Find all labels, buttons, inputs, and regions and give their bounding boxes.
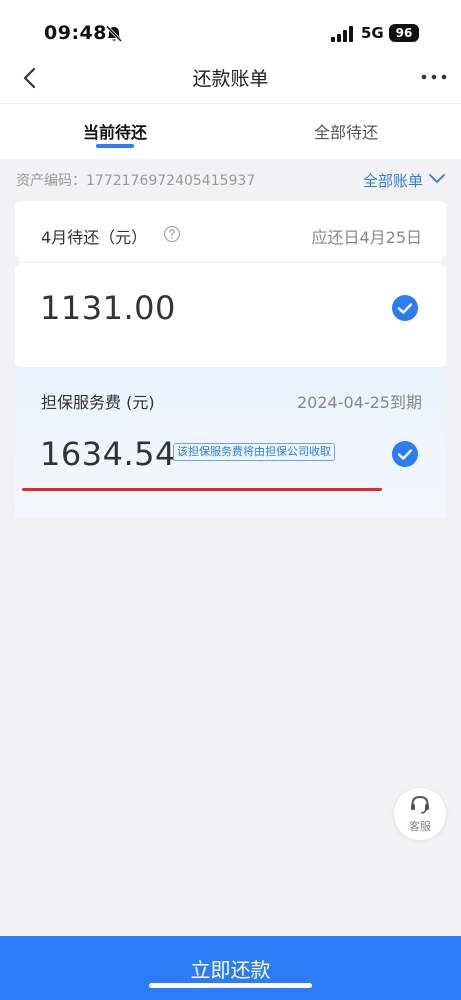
nav-divider — [0, 103, 461, 104]
page-title: 还款账单 — [192, 68, 269, 90]
card-notch-right — [441, 255, 451, 267]
check-icon[interactable] — [392, 441, 418, 467]
help-icon[interactable] — [163, 225, 181, 243]
header-area: 09:48 5G 96 还款账单 当前待还 全部待还 — [0, 0, 461, 159]
more-icon[interactable] — [418, 66, 450, 88]
red-annotation-underline — [22, 488, 382, 491]
guarantee-fee-due-date: 2024-04-25到期 — [297, 393, 422, 412]
card-notch-left — [10, 255, 20, 267]
home-indicator — [149, 983, 312, 988]
signal-icon — [331, 26, 353, 42]
tab-all-due[interactable]: 全部待还 — [266, 119, 426, 143]
status-time: 09:48 — [44, 22, 107, 44]
guarantee-fee-title: 担保服务费 (元) — [41, 393, 155, 412]
pay-now-button[interactable]: 立即还款 — [0, 936, 461, 1000]
network-type: 5G — [361, 24, 384, 42]
pay-now-label: 立即还款 — [190, 958, 271, 982]
guarantee-fee-amount: 1634.54 — [40, 435, 176, 473]
asset-code-label: 资产编码： — [16, 173, 86, 189]
battery-badge: 96 — [389, 24, 419, 42]
customer-service-label: 客服 — [409, 820, 431, 833]
card-separator — [15, 261, 446, 263]
check-icon[interactable] — [392, 295, 418, 321]
installment-header: 4月待还（元） 应还日4月25日 — [15, 201, 446, 261]
headset-icon — [411, 795, 429, 814]
guarantee-fee-card: 担保服务费 (元) 2024-04-25到期 1634.54 该担保服务费将由担… — [15, 367, 446, 518]
all-bills-link[interactable]: 全部账单 — [363, 170, 423, 191]
installment-card: 4月待还（元） 应还日4月25日 1131.00 — [10, 201, 451, 367]
chevron-down-icon[interactable] — [428, 171, 446, 187]
guarantee-fee-tag: 该担保服务费将由担保公司收取 — [173, 443, 335, 461]
customer-service-button[interactable]: 客服 — [394, 788, 446, 840]
tab-current-due[interactable]: 当前待还 — [35, 119, 195, 143]
status-bar: 09:48 5G 96 — [0, 0, 461, 60]
asset-code-number: 1772176972405415937 — [86, 173, 256, 189]
asset-code: 资产编码：1772176972405415937 — [16, 170, 255, 190]
installment-amount: 1131.00 — [40, 289, 176, 327]
installment-title: 4月待还（元） — [41, 228, 148, 247]
installment-due-date: 应还日4月25日 — [311, 228, 422, 247]
bell-mute-icon — [105, 25, 123, 43]
active-tab-indicator — [96, 144, 134, 148]
